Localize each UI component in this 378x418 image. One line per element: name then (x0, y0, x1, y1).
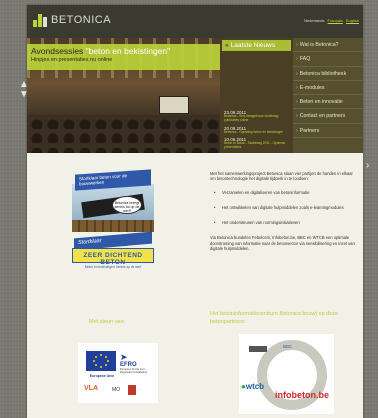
speech-bubble: Betonica brengt kennis tot op de werf! (112, 196, 142, 214)
efro-arrows-icon: ➤ (120, 352, 128, 362)
regional-logos: VLA MO ... (84, 385, 154, 399)
misc-logo: ... (139, 387, 142, 391)
lang-english[interactable]: English (346, 18, 359, 23)
news-text[interactable]: Betonica - Opleiding beton en bekistinge… (224, 130, 290, 135)
bullet-item: Het ondersteunen van normingsinitiatieve… (214, 220, 357, 225)
chevron-right-icon: › (296, 84, 298, 91)
news-text[interactable]: Beton In Bouw - Studiedag 2011 - Opnieuw… (224, 142, 290, 150)
chevron-right-icon: › (296, 113, 298, 120)
news-item[interactable]: 20.09.2011 Betonica - Opleiding beton en… (224, 126, 290, 135)
partner-logos[interactable]: BBC ●wtcb infobeton.be (239, 334, 334, 414)
chevron-right-icon: › (296, 127, 298, 134)
sign-bottom: Beton en bekistingen: kennis op de werf (84, 265, 142, 269)
hero-banner[interactable]: Avondsessies "beton en bekistingen" Hinp… (27, 44, 220, 70)
vla-logo: VLA (84, 385, 98, 392)
betonica-logo-icon (33, 13, 47, 27)
chevron-right-icon: › (296, 56, 298, 63)
menu-item-partners[interactable]: › Partners (293, 124, 363, 139)
hero-section: Avondsessies "beton en bekistingen" Hinp… (27, 38, 363, 153)
scroll-control-right[interactable]: › (366, 160, 369, 171)
support-heading: Met steun van: (89, 319, 126, 325)
menu-item-contact[interactable]: › Contact en partners (293, 109, 363, 124)
news-title[interactable]: » Laatste Nieuws (222, 40, 291, 51)
chevron-right-icon: › (296, 42, 298, 48)
province-logo-icon (128, 385, 136, 395)
menu-item-wat-is-betonica[interactable]: › Wat is Betonica? (293, 38, 363, 53)
febelcem-logo (249, 346, 267, 352)
chevron-right-icon: » (225, 42, 229, 49)
menu-item-e-modules[interactable]: › E-modules (293, 81, 363, 96)
web-page: BETONICA Nederlands Français English Avo… (27, 5, 363, 418)
menu-item-beton-en-innovatie[interactable]: › Beton en innovatie (293, 95, 363, 110)
language-switcher: Nederlands Français English (304, 18, 359, 23)
lang-nederlands[interactable]: Nederlands (304, 18, 324, 23)
eu-label: Europese Unie (89, 374, 115, 378)
main-menu: › Wat is Betonica? › FAQ › Betonica bibliot… (293, 38, 363, 153)
bullet-item: Het ontwikkelen van digitale hulpmiddele… (214, 205, 357, 210)
intro-text: Met het samenwerkingsproject Betonica sl… (210, 171, 357, 251)
news-panel: » Laatste Nieuws 23.09.2011 Betonica - Si… (220, 38, 293, 153)
efro-subtitle: Europees Fonds voor Regionale Ontwikkeli… (120, 368, 148, 374)
infobeton-logo: infobeton.be (275, 390, 329, 400)
lang-francais[interactable]: Français (328, 18, 343, 23)
chevron-right-icon: › (296, 99, 298, 106)
site-header: BETONICA Nederlands Français English (27, 5, 363, 38)
main-content: Stortklaar beton voor de bouwwerken Beto… (27, 153, 363, 418)
wtcb-logo: ●wtcb (241, 382, 265, 391)
brand-name: BETONICA (51, 14, 112, 26)
eu-flag-icon (86, 351, 116, 371)
worksite-illustration[interactable]: Stortklaar beton voor de bouwwerken Beto… (72, 169, 154, 232)
formwork (72, 220, 154, 232)
menu-item-faq[interactable]: › FAQ (293, 52, 363, 67)
bbc-logo: BBC (283, 344, 293, 349)
sponsor-logos[interactable]: Europese Unie ➤ EFRO Europees Fonds voor… (78, 343, 158, 403)
partners-heading: Het betoninformatiecentrum Betonica bouw… (210, 311, 339, 325)
news-text[interactable]: Betonica - Sint-Jansgebouw studiedag pub… (224, 114, 290, 123)
dichtend-beton-sign[interactable]: Stortklaar ZEER DICHTEND BETON Beton en … (72, 231, 154, 275)
efro-logo: ➤ EFRO Europees Fonds voor Regionale Ont… (120, 352, 154, 375)
intro-paragraph: Met het samenwerkingsproject Betonica sl… (210, 171, 353, 182)
banner-title: Avondsessies "beton en bekistingen" (31, 46, 171, 56)
audience (27, 115, 220, 153)
hero-photo[interactable]: Avondsessies "beton en bekistingen" Hinp… (27, 38, 220, 153)
intro-bullet-list: Verzamelen en digitaliseren van betoninf… (214, 190, 357, 225)
sign-middle: ZEER DICHTEND BETON (72, 248, 154, 266)
intro-paragraph-2: Via Betonica bundelen Febelcem, Infobeto… (210, 235, 355, 251)
news-item[interactable]: 10.06.2011 Beton In Bouw - Studiedag 201… (224, 137, 290, 150)
chevron-right-icon: › (296, 70, 298, 77)
projection-screen (159, 96, 189, 114)
site-logo[interactable]: BETONICA (33, 13, 111, 27)
bullet-item: Verzamelen en digitaliseren van betoninf… (214, 190, 357, 195)
banner-subtitle: Hinpjes en presentaties nu online (31, 57, 113, 63)
news-list: 23.09.2011 Betonica - Sint-Jansgebouw st… (224, 110, 290, 153)
menu-item-bibliotheek[interactable]: › Betonica bibliotheek (293, 67, 363, 81)
news-item[interactable]: 23.09.2011 Betonica - Sint-Jansgebouw st… (224, 110, 290, 123)
mo-logo: MO (112, 387, 121, 393)
